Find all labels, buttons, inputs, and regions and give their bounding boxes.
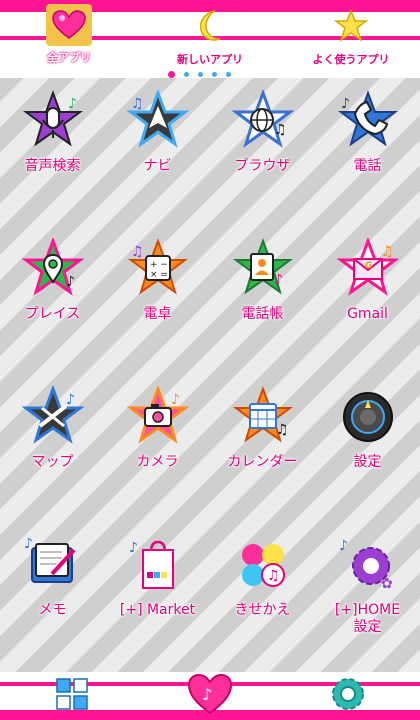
- tab-new-apps[interactable]: 新しいアプリ: [155, 0, 265, 70]
- svg-text:♫: ♫: [131, 244, 144, 260]
- navigation-icon: ♫: [126, 90, 189, 152]
- app-label: 設定: [353, 454, 382, 470]
- svg-text:♫: ♫: [131, 96, 144, 112]
- memo-icon: ♪: [22, 534, 84, 596]
- theme-icon: ♫: [232, 534, 294, 596]
- app-maps[interactable]: ♪ マップ: [0, 386, 105, 496]
- svg-text:♪: ♪: [129, 540, 138, 556]
- dock-home-button[interactable]: ♪: [182, 672, 238, 720]
- phone-icon: ♪: [337, 90, 399, 152]
- app-label: 電話: [353, 158, 382, 174]
- app-label: [+]HOME 設定: [334, 602, 401, 635]
- app-label: 電話帳: [241, 306, 284, 322]
- svg-text:♪: ♪: [341, 96, 350, 112]
- page-dot[interactable]: [212, 71, 217, 77]
- app-places[interactable]: ♪ プレイス: [0, 238, 105, 348]
- grid-icon: [54, 676, 90, 716]
- dock-settings-button[interactable]: [320, 672, 376, 720]
- app-label: ブラウザ: [234, 158, 291, 174]
- map-pin-icon: ♪: [21, 238, 84, 300]
- page-indicator: [168, 70, 258, 78]
- app-label: Gmail: [347, 306, 388, 322]
- app-settings[interactable]: 設定: [315, 386, 420, 496]
- app-phone[interactable]: ♪ 電話: [315, 90, 420, 200]
- settings-knob-icon: [337, 386, 399, 448]
- page-dot[interactable]: [226, 71, 231, 77]
- app-label: プレイス: [24, 306, 81, 322]
- globe-icon: ♫: [231, 90, 294, 152]
- app-label: ナビ: [143, 158, 172, 174]
- top-tab-bar: 全アプリ 新しいアプリ よく使うアプリ: [0, 0, 420, 78]
- map-icon: ♪: [21, 386, 84, 448]
- contacts-icon: ♪: [232, 238, 294, 300]
- app-calendar[interactable]: ♫ カレンダー: [210, 386, 315, 496]
- app-label: [+] Market: [119, 602, 196, 618]
- svg-text:× =: × =: [150, 270, 168, 280]
- svg-text:♫: ♫: [276, 422, 289, 438]
- svg-text:♪: ♪: [66, 392, 75, 408]
- tab-label: 全アプリ: [47, 51, 91, 64]
- page-dot[interactable]: [198, 71, 203, 77]
- cog-icon: [330, 676, 366, 716]
- app-theme[interactable]: ♫ きせかえ: [210, 534, 315, 644]
- calculator-icon: + − × = ♫: [127, 238, 189, 300]
- heart-icon: [46, 4, 92, 46]
- page-dot-current: [168, 70, 175, 78]
- shopping-bag-icon: ♪: [127, 534, 189, 596]
- svg-text:♪: ♪: [68, 96, 77, 112]
- star-icon: [329, 4, 373, 48]
- mail-icon: G ♫: [336, 238, 399, 300]
- svg-text:♫: ♫: [267, 568, 280, 584]
- svg-text:♪: ♪: [171, 392, 180, 408]
- svg-text:♪: ♪: [202, 685, 212, 704]
- app-voice-search[interactable]: ♪ 音声検索: [0, 90, 105, 200]
- svg-text:♫: ♫: [274, 122, 287, 138]
- svg-text:♪: ♪: [274, 272, 283, 288]
- page-dot[interactable]: [184, 71, 189, 77]
- dock-app-drawer-button[interactable]: [44, 672, 100, 720]
- app-label: カメラ: [136, 454, 179, 470]
- microphone-icon: ♪: [22, 90, 84, 152]
- app-home-settings[interactable]: ✿ ♪ [+]HOME 設定: [315, 534, 420, 644]
- app-label: メモ: [38, 602, 67, 618]
- tab-all-apps[interactable]: 全アプリ: [14, 0, 124, 70]
- svg-text:G: G: [365, 261, 372, 271]
- app-label: 音声検索: [24, 158, 81, 174]
- moon-icon: [188, 4, 232, 48]
- svg-text:♪: ♪: [66, 274, 75, 290]
- heart-music-icon: ♪: [187, 673, 233, 719]
- svg-text:♪: ♪: [339, 538, 348, 554]
- svg-text:✿: ✿: [381, 576, 393, 592]
- app-market[interactable]: ♪ [+] Market: [105, 534, 210, 644]
- app-browser[interactable]: ♫ ブラウザ: [210, 90, 315, 200]
- app-contacts[interactable]: ♪ 電話帳: [210, 238, 315, 348]
- app-memo[interactable]: ♪ メモ: [0, 534, 105, 644]
- app-navi[interactable]: ♫ ナビ: [105, 90, 210, 200]
- app-gmail[interactable]: G ♫ Gmail: [315, 238, 420, 348]
- bottom-dock: ♪: [0, 672, 420, 720]
- app-label: きせかえ: [234, 602, 291, 618]
- gear-icon: ✿ ♪: [337, 534, 399, 596]
- calendar-icon: ♫: [232, 386, 294, 448]
- camera-icon: ♪: [126, 386, 189, 448]
- tab-frequent-apps[interactable]: よく使うアプリ: [296, 0, 406, 70]
- tab-label: よく使うアプリ: [312, 53, 390, 66]
- tab-label: 新しいアプリ: [177, 53, 243, 66]
- svg-text:♪: ♪: [24, 536, 33, 552]
- svg-text:♫: ♫: [381, 244, 394, 260]
- app-label: 電卓: [143, 306, 172, 322]
- svg-text:+ −: + −: [150, 260, 168, 270]
- app-calculator[interactable]: + − × = ♫ 電卓: [105, 238, 210, 348]
- app-label: マップ: [31, 454, 74, 470]
- app-label: カレンダー: [227, 454, 298, 470]
- app-camera[interactable]: ♪ カメラ: [105, 386, 210, 496]
